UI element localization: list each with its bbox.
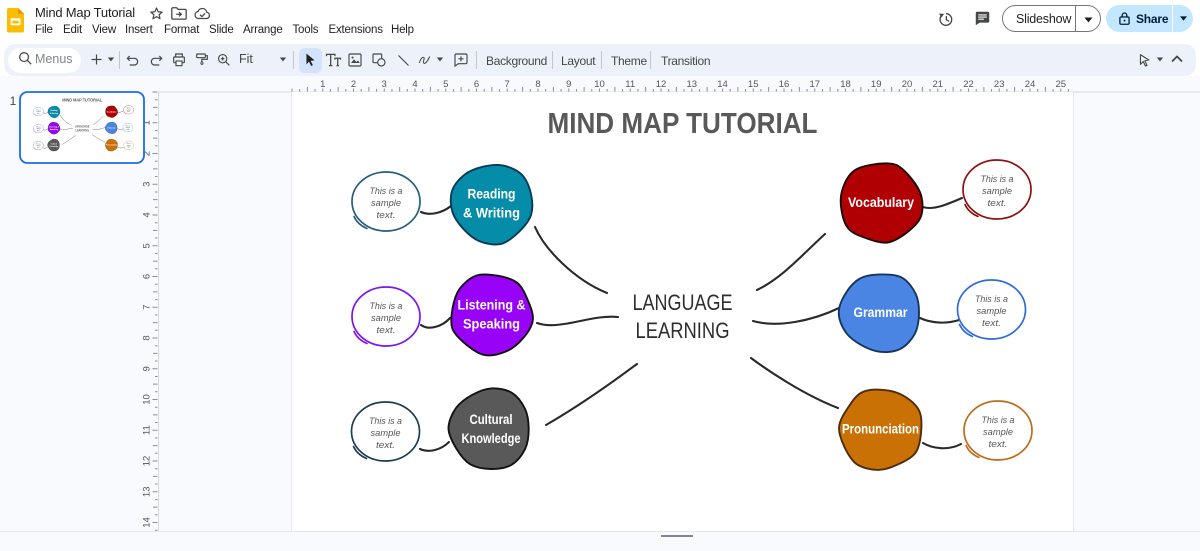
svg-text:17: 17 (810, 79, 821, 90)
svg-text:MIND MAP TUTORIAL: MIND MAP TUTORIAL (548, 108, 818, 140)
svg-text:LANGUAGE: LANGUAGE (75, 124, 90, 128)
svg-text:22: 22 (963, 79, 974, 90)
svg-text:text.: text. (982, 318, 1001, 328)
svg-text:12: 12 (142, 456, 153, 467)
svg-text:This is a: This is a (370, 301, 403, 311)
svg-text:8: 8 (142, 335, 153, 340)
svg-text:sample: sample (977, 306, 1007, 316)
svg-text:7: 7 (505, 79, 510, 90)
svg-text:LANGUAGE: LANGUAGE (633, 290, 733, 315)
svg-text:Vocabulary: Vocabulary (848, 194, 914, 210)
svg-text:Speaking: Speaking (50, 129, 59, 131)
svg-text:Cultural: Cultural (470, 411, 513, 427)
svg-text:Speaking: Speaking (463, 316, 520, 332)
svg-text:sample: sample (371, 198, 401, 208)
svg-text:10: 10 (594, 79, 605, 90)
svg-text:This is a: This is a (369, 416, 402, 426)
svg-text:sample: sample (371, 313, 401, 323)
svg-text:text.: text. (377, 210, 396, 220)
svg-text:Listening &: Listening & (458, 297, 526, 313)
svg-text:13: 13 (142, 487, 153, 498)
svg-text:& Writing: & Writing (463, 205, 520, 221)
svg-text:text.: text. (376, 440, 395, 450)
svg-text:6: 6 (474, 79, 479, 90)
svg-text:16: 16 (779, 79, 790, 90)
svg-text:25: 25 (1056, 79, 1067, 90)
svg-text:11: 11 (625, 79, 635, 90)
svg-text:text.: text. (377, 325, 396, 335)
svg-text:3: 3 (142, 182, 153, 187)
svg-text:18: 18 (840, 79, 851, 90)
svg-text:This is a: This is a (982, 415, 1015, 425)
svg-text:8: 8 (535, 79, 540, 90)
svg-text:2: 2 (351, 79, 356, 90)
svg-text:LEARNING: LEARNING (636, 318, 730, 343)
svg-text:sample: sample (983, 427, 1013, 437)
svg-text:20: 20 (902, 79, 913, 90)
svg-text:sample: sample (982, 186, 1012, 196)
svg-text:21: 21 (933, 79, 944, 90)
svg-text:14: 14 (142, 517, 153, 528)
svg-text:6: 6 (142, 274, 153, 279)
svg-text:text.: text. (988, 198, 1007, 208)
svg-text:Pronunciation: Pronunciation (842, 421, 919, 437)
svg-text:11: 11 (142, 425, 153, 435)
svg-text:Reading: Reading (50, 110, 58, 112)
svg-text:7: 7 (142, 305, 153, 310)
svg-text:4: 4 (142, 212, 153, 217)
svg-text:Knowledge: Knowledge (50, 146, 59, 148)
svg-text:Grammar: Grammar (854, 304, 908, 320)
svg-text:MIND MAP TUTORIAL: MIND MAP TUTORIAL (62, 97, 102, 102)
svg-text:This is a: This is a (370, 186, 403, 196)
svg-text:sample: sample (371, 428, 401, 438)
svg-text:4: 4 (412, 79, 417, 90)
svg-text:Reading: Reading (468, 186, 516, 202)
svg-text:14: 14 (717, 79, 728, 90)
svg-text:19: 19 (871, 79, 882, 90)
svg-text:3: 3 (382, 79, 387, 90)
svg-text:9: 9 (566, 79, 571, 90)
svg-text:1: 1 (10, 94, 17, 108)
svg-text:12: 12 (656, 79, 667, 90)
svg-text:5: 5 (443, 79, 448, 90)
svg-text:24: 24 (1025, 79, 1036, 90)
svg-text:LEARNING: LEARNING (75, 129, 89, 133)
svg-text:text.: text. (989, 439, 1008, 449)
svg-text:23: 23 (994, 79, 1005, 90)
svg-text:This is a: This is a (981, 174, 1014, 184)
svg-text:1: 1 (320, 79, 325, 90)
svg-text:5: 5 (142, 243, 153, 248)
svg-text:This is a: This is a (975, 294, 1008, 304)
svg-text:9: 9 (142, 366, 153, 371)
svg-text:15: 15 (748, 79, 759, 90)
svg-text:10: 10 (142, 394, 153, 405)
svg-text:Knowledge: Knowledge (462, 430, 521, 446)
svg-text:13: 13 (687, 79, 698, 90)
